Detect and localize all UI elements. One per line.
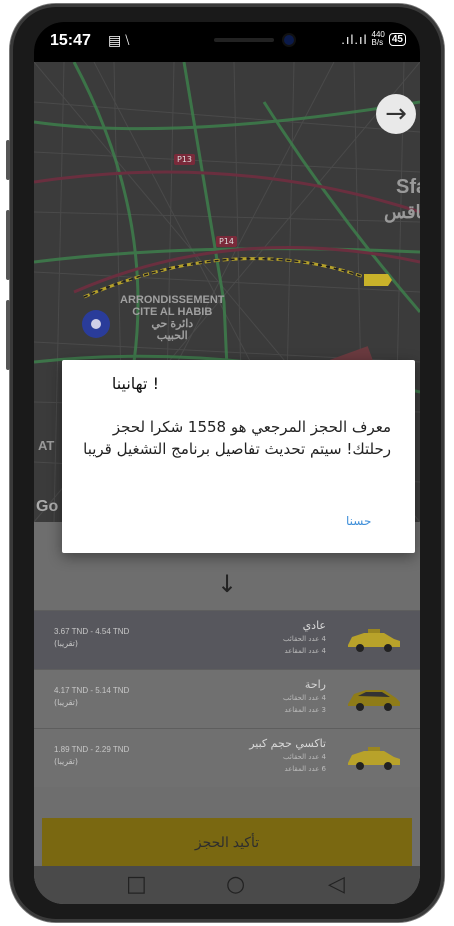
option-name: عادي — [302, 619, 326, 632]
option-seats: 6 عدد المقاعد — [284, 765, 326, 773]
road-tag-p14: P14 — [216, 236, 238, 247]
option-approx: (تقريبا) — [54, 698, 79, 707]
back-icon[interactable]: ◁ — [328, 872, 345, 897]
phone-screen: 15:47 ▤ ⧵ .ıl.ıl 440 B/s 45 P13 P14 ARRO… — [34, 22, 420, 904]
google-watermark: Go — [36, 498, 59, 515]
area-label: ARRONDISSEMENT CITE AL HABIB دائرة حي ال… — [120, 294, 225, 342]
battery-icon: 45 — [388, 32, 406, 46]
area-label-ar1: دائرة حي — [151, 318, 194, 330]
status-time: 15:47 — [50, 32, 91, 49]
status-right-group: .ıl.ıl 440 B/s 45 — [341, 31, 406, 47]
taxi-icon — [348, 747, 400, 770]
dialog-title: ! تهانينا — [111, 374, 159, 393]
option-price: 3.67 TND - 4.54 TND — [54, 627, 130, 636]
dialog-message: معرف الحجز المرجعي هو 1558 شكرا لحجز رحل… — [83, 418, 391, 458]
option-price: 1.89 TND - 2.29 TND — [54, 745, 130, 754]
power-button — [6, 300, 10, 370]
ride-options-sheet: ↓ 3.67 TND - 4.54 TND (تقريبا) عادي 4 عد… — [34, 522, 420, 904]
area-label-ar2: الحبيب — [156, 330, 188, 342]
dialog-ok-button[interactable]: حسنا — [346, 514, 371, 528]
option-approx: (تقريبا) — [54, 639, 79, 648]
option-approx: (تقريبا) — [54, 757, 79, 766]
option-bags: 4 عدد الحقائب — [283, 635, 326, 643]
city-label-ar: صفاقس — [384, 202, 420, 222]
taxi-icon — [348, 690, 400, 711]
taxi-icon — [348, 629, 400, 652]
status-bar: 15:47 ▤ ⧵ .ıl.ıl 440 B/s 45 — [34, 22, 420, 62]
earpiece-speaker — [214, 38, 274, 42]
recents-icon[interactable]: □ — [126, 872, 147, 897]
arrow-down-icon: ↓ — [216, 570, 238, 598]
area-label-line1: ARRONDISSEMENT — [120, 294, 225, 306]
option-bags: 4 عدد الحقائب — [283, 694, 326, 702]
volume-button — [6, 140, 10, 180]
option-price: 4.17 TND - 5.14 TND — [54, 686, 130, 695]
forward-arrow-button[interactable]: → — [376, 94, 416, 134]
net-speed: 440 B/s — [372, 31, 385, 47]
option-seats: 4 عدد المقاعد — [284, 647, 326, 655]
volume-button-2 — [6, 210, 10, 280]
confirm-booking-button[interactable]: تأكيد الحجز — [42, 818, 412, 866]
area-label-line2: CITE AL HABIB — [132, 306, 213, 318]
arrow-right-icon: → — [385, 99, 407, 129]
ride-option-comfort[interactable]: 4.17 TND - 5.14 TND (تقريبا) راحة 4 عدد … — [34, 669, 420, 728]
ride-option-regular[interactable]: 3.67 TND - 4.54 TND (تقريبا) عادي 4 عدد … — [34, 610, 420, 669]
front-camera — [284, 35, 294, 45]
net-speed-unit: B/s — [371, 38, 384, 47]
map-partial-label: AT — [38, 438, 55, 453]
city-label: Sfax — [396, 176, 420, 198]
road-tag-p13: P13 — [174, 154, 196, 165]
option-bags: 4 عدد الحقائب — [283, 753, 326, 761]
home-icon[interactable]: ○ — [226, 872, 245, 897]
notification-icons: ▤ ⧵ — [108, 32, 130, 48]
option-name: راحة — [304, 678, 326, 691]
option-seats: 3 عدد المقاعد — [284, 706, 326, 714]
system-nav-bar: □ ○ ◁ — [34, 866, 420, 904]
ride-option-large-taxi[interactable]: 1.89 TND - 2.29 TND (تقريبا) تاكسي حجم ك… — [34, 728, 420, 787]
signal-icon: .ıl.ıl — [341, 31, 368, 47]
booking-success-dialog: ! تهانينا معرف الحجز المرجعي هو 1558 شكر… — [62, 360, 415, 553]
option-name: تاكسي حجم كبير — [249, 737, 326, 750]
